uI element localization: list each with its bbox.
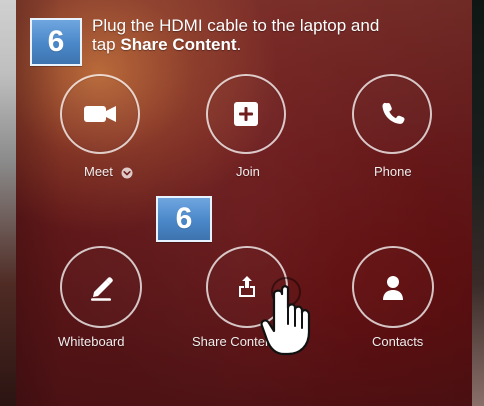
join-button[interactable]	[206, 74, 286, 154]
phone-icon	[378, 100, 406, 128]
instruction-line-2-suffix: .	[236, 35, 242, 54]
meet-label: Meet	[84, 164, 133, 179]
video-camera-icon	[83, 103, 117, 125]
instruction-line-1: Plug the HDMI cable to the laptop and	[92, 16, 380, 35]
phone-button[interactable]	[352, 74, 432, 154]
join-label: Join	[236, 164, 260, 179]
whiteboard-label: Whiteboard	[58, 334, 125, 349]
device-screen-photo: 6 Plug the HDMI cable to the laptop and …	[16, 0, 472, 406]
meet-label-text: Meet	[84, 164, 113, 179]
chevron-down-icon	[121, 167, 133, 179]
step-number-top: 6	[47, 25, 65, 58]
plus-square-icon	[232, 100, 260, 128]
meet-button[interactable]	[60, 74, 140, 154]
right-edge-background	[472, 0, 484, 406]
step-number-middle: 6	[175, 202, 193, 235]
left-edge-background	[0, 0, 16, 406]
instruction-share-content-bold: Share Content	[120, 35, 237, 54]
instruction-line-2: tap Share Content.	[92, 35, 464, 54]
hand-pointer-icon	[252, 270, 322, 360]
phone-label: Phone	[374, 164, 412, 179]
step-badge-middle: 6	[156, 196, 212, 242]
pen-icon	[84, 272, 118, 302]
contacts-label: Contacts	[372, 334, 424, 349]
screenshot-frame: 6 Plug the HDMI cable to the laptop and …	[0, 0, 484, 406]
whiteboard-button[interactable]	[60, 246, 142, 328]
person-icon	[379, 272, 407, 302]
contacts-button[interactable]	[352, 246, 434, 328]
instruction-line-2-prefix: tap	[92, 35, 121, 54]
step-badge-top: 6	[30, 18, 82, 66]
instruction-text: Plug the HDMI cable to the laptop and ta…	[92, 16, 464, 54]
